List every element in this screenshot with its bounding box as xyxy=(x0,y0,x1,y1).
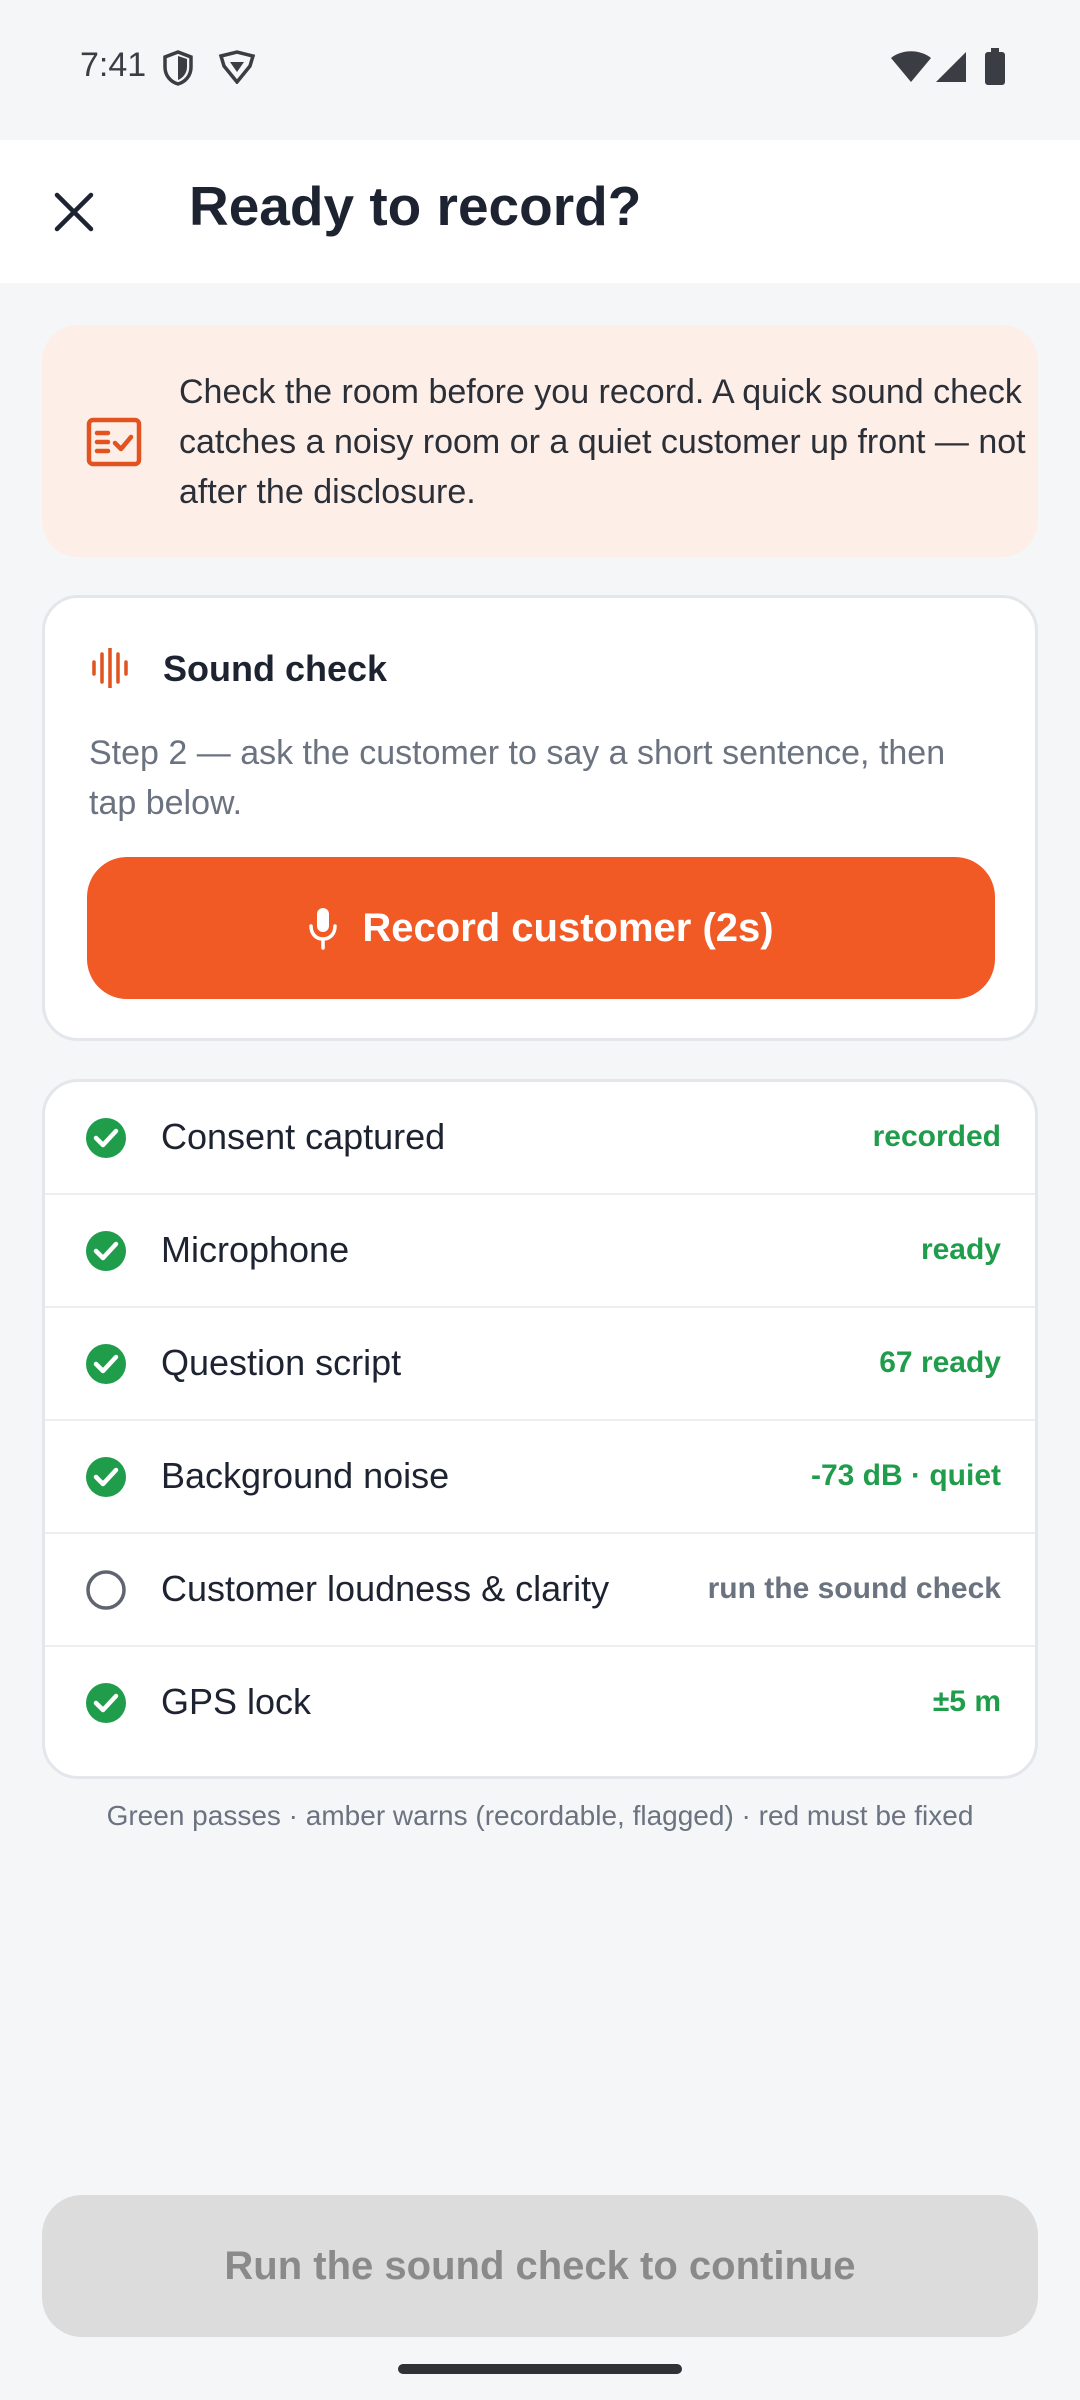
checklist-icon xyxy=(86,417,142,472)
check-circle-icon xyxy=(85,1230,127,1272)
sound-check-card: Sound check Step 2 — ask the customer to… xyxy=(42,595,1038,1041)
close-button[interactable] xyxy=(44,182,104,242)
sound-check-description: Step 2 — ask the customer to say a short… xyxy=(89,734,946,822)
page-title: Ready to record? xyxy=(189,175,642,237)
app-bar: Ready to record? xyxy=(0,140,1080,283)
check-circle-icon xyxy=(85,1682,127,1724)
record-customer-button[interactable]: Record customer (2s) xyxy=(87,857,995,999)
check-row: Question script 67 ready xyxy=(45,1308,1035,1421)
legend-text: Green passes · amber warns (recordable, … xyxy=(106,1800,974,1831)
check-label: Consent captured xyxy=(161,1116,446,1157)
check-row: Microphone ready xyxy=(45,1195,1035,1308)
banner-text: Check the room before you record. A quic… xyxy=(179,373,1026,511)
check-status: -73 dB · quiet xyxy=(810,1459,1001,1492)
shield-icon xyxy=(162,50,194,91)
check-label: Microphone xyxy=(161,1229,350,1270)
battery-icon xyxy=(984,48,1006,91)
check-label: Background noise xyxy=(161,1455,450,1496)
check-label: Question script xyxy=(161,1342,402,1383)
close-icon xyxy=(54,192,94,232)
status-time: 7:41 xyxy=(80,46,147,84)
waveform-icon xyxy=(91,646,129,693)
check-status: recorded xyxy=(872,1120,1001,1153)
check-row: Background noise -73 dB · quiet xyxy=(45,1421,1035,1534)
check-row: Customer loudness & clarity run the sound… xyxy=(45,1534,1035,1647)
check-label: Customer loudness & clarity xyxy=(161,1568,610,1609)
sound-check-title: Sound check xyxy=(163,648,388,689)
microphone-icon xyxy=(309,908,338,950)
home-indicator[interactable] xyxy=(398,2364,682,2374)
status-bar: 7:41 xyxy=(0,0,1080,140)
record-button-label: Record customer (2s) xyxy=(362,905,774,950)
check-circle-icon xyxy=(85,1117,127,1159)
empty-circle-icon xyxy=(85,1569,127,1611)
check-row: GPS lock ±5 m xyxy=(45,1647,1035,1760)
check-status: ready xyxy=(920,1233,1001,1266)
signal-icon xyxy=(934,50,968,89)
check-circle-icon xyxy=(85,1456,127,1498)
check-status: 67 ready xyxy=(879,1346,1001,1379)
wifi-icon xyxy=(890,50,932,89)
vpn-icon xyxy=(218,50,256,89)
continue-button[interactable]: Run the sound check to continue xyxy=(42,2195,1038,2337)
info-banner: Check the room before you record. A quic… xyxy=(42,325,1038,557)
check-status: ±5 m xyxy=(932,1685,1001,1718)
check-status: run the sound check xyxy=(707,1572,1001,1605)
readiness-checklist: Consent captured recorded Microphone ready Q… xyxy=(42,1079,1038,1779)
check-row: Consent captured recorded xyxy=(45,1082,1035,1195)
check-label: GPS lock xyxy=(161,1681,312,1722)
check-circle-icon xyxy=(85,1343,127,1385)
